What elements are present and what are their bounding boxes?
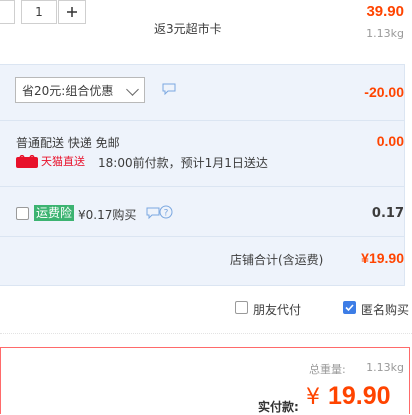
promo-discount: -20.00 [364, 84, 404, 100]
tmall-badge-label: 天猫直送 [41, 155, 85, 168]
divider [0, 120, 404, 121]
insurance-checkbox[interactable] [16, 207, 29, 220]
gift-note: 返3元超市卡 [154, 22, 222, 36]
shipping-method: 普通配送 快递 免邮 [16, 136, 120, 150]
chevron-down-icon [126, 83, 139, 96]
promo-select[interactable]: 省20元:组合优惠 [15, 77, 145, 103]
store-total-value: ¥19.90 [361, 250, 404, 266]
pay-amount: 19.90 [328, 382, 391, 410]
insurance-value: 0.17 [371, 206, 404, 221]
anonymous-checkbox[interactable] [343, 301, 356, 314]
tmall-badge: 天猫直送 [16, 154, 85, 168]
insurance-price-label: ¥0.17购买 [78, 208, 137, 222]
help-icon[interactable]: ? [159, 205, 173, 222]
friend-pay-label[interactable]: 朋友代付 [253, 301, 301, 318]
tmall-cat-icon [16, 154, 38, 168]
insurance-tag: 运费险 [34, 205, 75, 221]
total-weight-label: 总重量: [309, 363, 346, 376]
anonymous-label[interactable]: 匿名购买 [361, 301, 409, 318]
promo-selected-label: 省20元:组合优惠 [22, 83, 114, 98]
divider [0, 236, 404, 237]
svg-text:?: ? [164, 209, 169, 219]
shipping-fee: 0.00 [376, 133, 404, 149]
qty-minus-stub[interactable] [0, 0, 15, 24]
pay-label: 实付款: [258, 400, 299, 414]
pay-currency: ¥ [306, 385, 320, 410]
delivery-note: 18:00前付款，预计1月1日送达 [98, 156, 268, 170]
friend-pay-checkbox[interactable] [235, 301, 248, 314]
insurance-message-icon[interactable] [146, 207, 160, 222]
divider [0, 186, 404, 187]
qty-plus-button[interactable] [58, 0, 86, 24]
dotted-divider [0, 333, 412, 334]
message-icon[interactable] [162, 83, 176, 98]
item-price: 39.90 [366, 3, 404, 20]
item-weight: 1.13kg [366, 27, 404, 40]
plus-icon [67, 7, 77, 17]
total-weight-value: 1.13kg [366, 361, 404, 374]
store-total-label: 店铺合计(含运费) [230, 253, 324, 267]
check-icon [345, 304, 354, 312]
quantity-input[interactable]: 1 [21, 0, 57, 24]
